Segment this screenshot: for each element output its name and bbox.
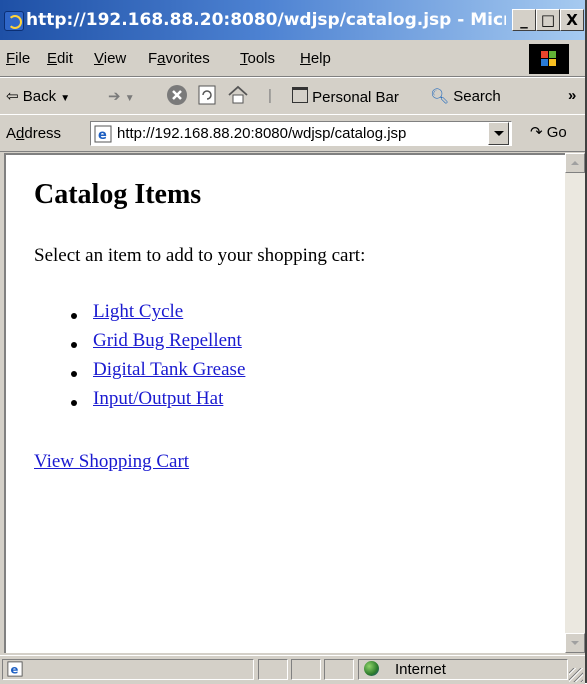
list-item: Light Cycle	[51, 301, 245, 330]
intro-text: Select an item to add to your shopping c…	[34, 245, 366, 266]
address-bar: Address e http://192.168.88.20:8080/wdjs…	[0, 114, 585, 152]
scroll-down-button[interactable]	[565, 633, 585, 653]
menu-help[interactable]: Help	[300, 50, 331, 67]
address-input[interactable]: e http://192.168.88.20:8080/wdjsp/catalo…	[90, 121, 512, 146]
page-content: Catalog Items Select an item to add to y…	[4, 153, 565, 653]
address-dropdown-button[interactable]	[488, 122, 509, 145]
catalog-item-link[interactable]: Input/Output Hat	[93, 388, 223, 409]
back-arrow-icon: ⇦	[6, 88, 19, 105]
forward-arrow-icon: ➔	[108, 88, 121, 105]
resize-grip[interactable]	[569, 668, 583, 682]
vertical-scrollbar[interactable]	[565, 153, 585, 653]
menu-tools[interactable]: Tools	[240, 50, 275, 67]
page-title: Catalog Items	[34, 179, 202, 210]
page-icon: e	[94, 125, 112, 143]
svg-text:e: e	[98, 128, 107, 143]
status-pane	[258, 659, 288, 680]
stop-icon[interactable]	[166, 84, 188, 106]
menu-favorites[interactable]: Favorites	[148, 50, 210, 67]
catalog-item-link[interactable]: Light Cycle	[93, 301, 183, 322]
go-arrow-icon: ↷	[530, 124, 543, 141]
browser-window: http://192.168.88.20:8080/wdjsp/catalog.…	[0, 0, 587, 684]
menu-view[interactable]: View	[94, 50, 126, 67]
toolbar-overflow-chevron[interactable]: »	[568, 87, 576, 104]
svg-text:e: e	[11, 662, 19, 676]
status-pane	[324, 659, 354, 680]
status-text-pane: e	[2, 659, 254, 680]
catalog-item-link[interactable]: Grid Bug Repellent	[93, 330, 242, 351]
security-zone-label: Internet	[395, 661, 446, 678]
list-item: Input/Output Hat	[51, 388, 245, 417]
zone-pane	[358, 659, 568, 680]
windows-flag-icon	[529, 44, 569, 74]
address-url: http://192.168.88.20:8080/wdjsp/catalog.…	[117, 125, 407, 142]
personal-bar-button[interactable]: Personal Bar	[292, 87, 399, 106]
toolbar-separator: |	[268, 87, 272, 104]
status-pane	[291, 659, 321, 680]
search-icon: 🔍︎	[430, 88, 450, 105]
close-button[interactable]: X	[560, 9, 584, 31]
search-button[interactable]: 🔍︎ Search	[430, 87, 501, 105]
view-cart-link[interactable]: View Shopping Cart	[34, 451, 189, 473]
status-bar: e Internet	[0, 655, 585, 684]
menu-file[interactable]: File	[6, 50, 30, 67]
chevron-down-icon: ▼	[60, 93, 71, 104]
catalog-list: Light Cycle Grid Bug Repellent Digital T…	[51, 301, 245, 417]
ie-logo-icon	[4, 11, 24, 31]
address-label: Address	[6, 125, 62, 142]
scroll-up-button[interactable]	[565, 153, 585, 173]
menu-bar: File Edit View Favorites Tools Help	[0, 40, 585, 77]
back-button[interactable]: ⇦ Back ▼	[6, 87, 70, 105]
page-icon: e	[7, 661, 23, 677]
personal-bar-icon	[292, 87, 308, 103]
list-item: Digital Tank Grease	[51, 359, 245, 388]
title-bar[interactable]: http://192.168.88.20:8080/wdjsp/catalog.…	[0, 0, 585, 40]
window-title: http://192.168.88.20:8080/wdjsp/catalog.…	[26, 11, 506, 29]
refresh-icon[interactable]	[196, 84, 218, 106]
globe-icon	[364, 661, 379, 676]
maximize-button[interactable]: □	[536, 9, 560, 31]
home-icon[interactable]	[227, 84, 249, 106]
standard-toolbar: ⇦ Back ▼ ➔ ▼ | Personal Bar 🔍︎ Search »	[0, 77, 585, 115]
menu-edit[interactable]: Edit	[47, 50, 73, 67]
chevron-down-icon: ▼	[124, 93, 135, 104]
catalog-item-link[interactable]: Digital Tank Grease	[93, 359, 245, 380]
list-item: Grid Bug Repellent	[51, 330, 245, 359]
minimize-button[interactable]: _	[512, 9, 536, 31]
forward-button[interactable]: ➔ ▼	[108, 87, 135, 105]
go-button[interactable]: ↷ Go	[530, 123, 567, 141]
